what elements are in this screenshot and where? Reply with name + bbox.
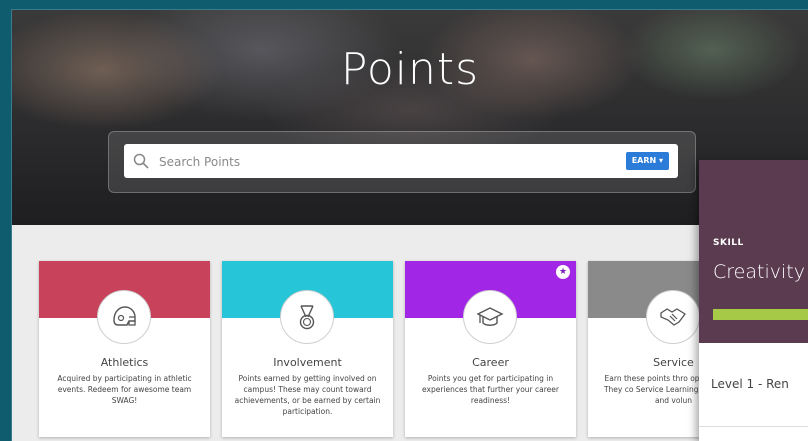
search-icon [133,153,149,169]
card-badge [646,290,700,344]
favorite-star-icon[interactable]: ★ [556,265,570,279]
football-helmet-icon [113,306,136,326]
page-title: Points [340,44,480,95]
card-badge [280,290,334,344]
search-container: EARN ▾ [108,131,696,193]
divider [699,426,808,427]
skill-detail-panel[interactable]: SKILL Creativity Level 1 - Ren [699,160,808,441]
points-card-career[interactable]: ★ Career Points you get for participatin… [405,261,576,437]
earn-dropdown-button[interactable]: EARN ▾ [625,152,669,170]
card-description: Points you get for participating in expe… [422,374,559,405]
card-title: Career [472,356,509,369]
handshake-icon [660,308,686,326]
panel-level[interactable]: Level 1 - Ren [711,377,789,391]
medal-icon [299,305,315,330]
graduation-cap-icon [476,307,504,326]
progress-bar [713,309,808,320]
panel-title: Creativity [713,261,805,283]
card-title: Involvement [273,356,342,369]
card-title: Athletics [100,356,149,369]
points-card-athletics[interactable]: Athletics Acquired by participating in a… [39,261,210,437]
card-description: Points earned by getting involved on cam… [234,374,381,416]
card-badge [463,290,517,344]
points-card-involvement[interactable]: Involvement Points earned by getting inv… [222,261,393,437]
search-input[interactable] [157,144,601,180]
card-badge [97,290,151,344]
search-bar[interactable]: EARN ▾ [124,144,678,180]
card-description: Acquired by participating in athletic ev… [57,374,192,405]
app-frame: Points EARN ▾ Athletics [12,10,808,441]
hero-banner: Points EARN ▾ [12,10,808,225]
panel-label: SKILL [713,238,744,248]
panel-header: SKILL Creativity [699,160,808,343]
